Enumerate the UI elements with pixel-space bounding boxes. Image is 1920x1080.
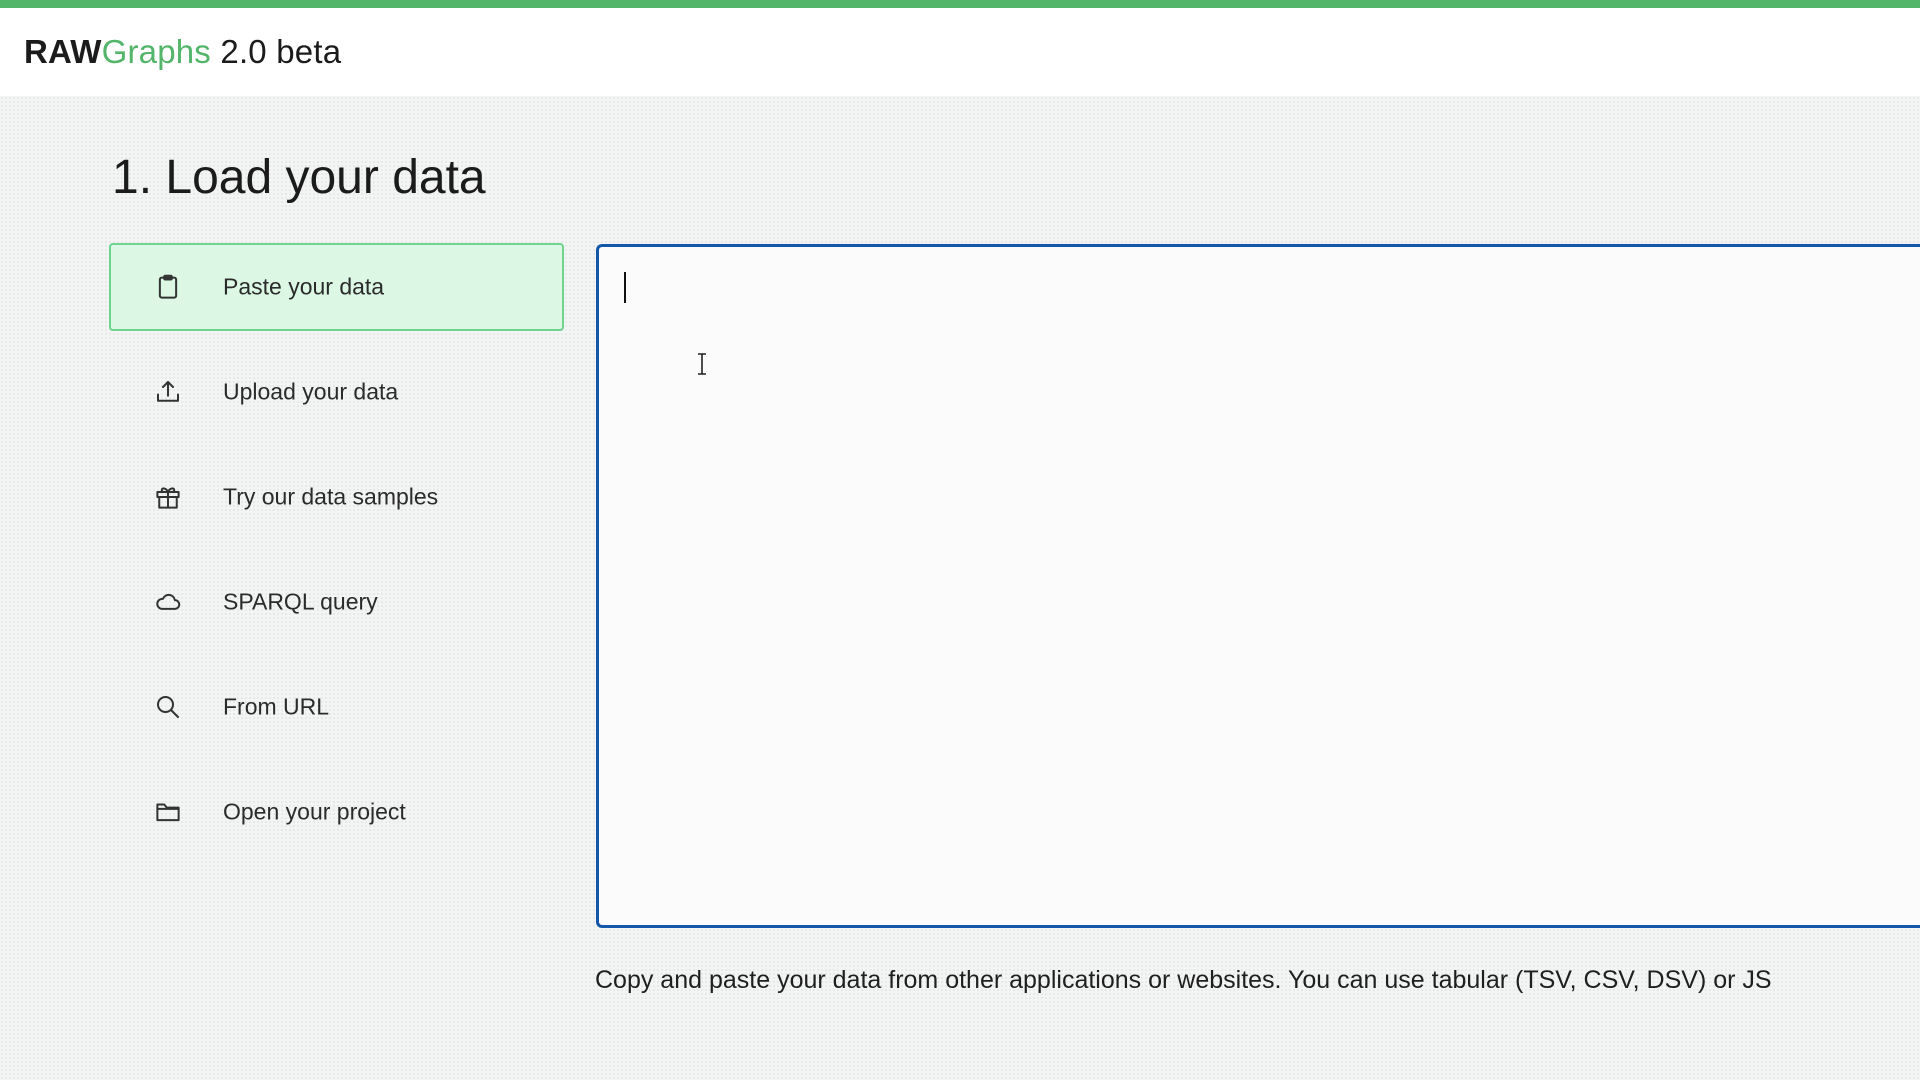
brand-version: 2.0 beta xyxy=(220,33,342,70)
source-item-paste[interactable]: Paste your data xyxy=(109,243,564,331)
clipboard-icon xyxy=(153,272,183,302)
source-item-project[interactable]: Open your project xyxy=(109,768,564,856)
text-caret xyxy=(624,272,626,303)
source-label-sparql: SPARQL query xyxy=(223,588,378,615)
source-label-project: Open your project xyxy=(223,798,406,825)
app-header: RAWGraphs 2.0 beta xyxy=(0,8,1920,96)
source-item-samples[interactable]: Try our data samples xyxy=(109,453,564,541)
source-label-url: From URL xyxy=(223,693,330,720)
top-accent-bar xyxy=(0,0,1920,8)
data-source-list: Paste your data Upload your data Try our… xyxy=(109,243,564,873)
source-item-upload[interactable]: Upload your data xyxy=(109,348,564,436)
paste-data-textarea[interactable] xyxy=(596,244,1920,928)
cloud-icon xyxy=(153,587,183,617)
page-title: 1. Load your data xyxy=(112,151,486,204)
search-icon xyxy=(153,692,183,722)
brand-graphs: Graphs xyxy=(101,33,212,70)
source-label-upload: Upload your data xyxy=(223,378,399,405)
source-label-samples: Try our data samples xyxy=(223,483,439,510)
brand-raw: RAW xyxy=(24,33,102,70)
folder-icon xyxy=(153,797,183,827)
brand-logo[interactable]: RAWGraphs 2.0 beta xyxy=(24,33,341,71)
ibeam-cursor-icon xyxy=(696,353,708,375)
source-item-url[interactable]: From URL xyxy=(109,663,564,751)
gift-icon xyxy=(153,482,183,512)
paste-help-text: Copy and paste your data from other appl… xyxy=(595,966,1772,994)
source-item-sparql[interactable]: SPARQL query xyxy=(109,558,564,646)
upload-icon xyxy=(153,377,183,407)
source-label-paste: Paste your data xyxy=(223,273,385,300)
